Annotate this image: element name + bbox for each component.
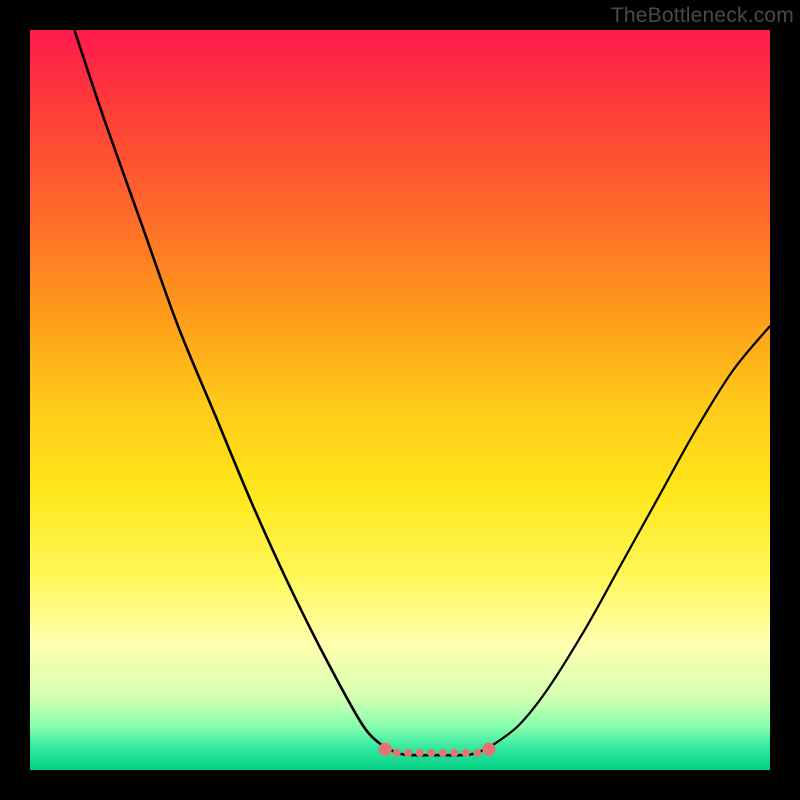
chart-frame: TheBottleneck.com — [0, 0, 800, 800]
highlight-dot — [482, 743, 495, 756]
highlight-dot — [393, 749, 401, 757]
watermark-text: TheBottleneck.com — [611, 4, 794, 28]
plot-area — [30, 30, 770, 770]
highlight-dot — [473, 749, 481, 757]
highlight-dot — [404, 749, 412, 757]
chart-svg — [30, 30, 770, 770]
highlight-dot — [427, 749, 435, 757]
highlight-dot — [462, 749, 470, 757]
highlight-dot — [379, 743, 392, 756]
highlight-dot — [450, 749, 458, 757]
curve-right-path — [487, 326, 770, 749]
highlight-dot — [416, 749, 424, 757]
curve-left-path — [74, 30, 488, 755]
highlight-dot — [439, 749, 447, 757]
